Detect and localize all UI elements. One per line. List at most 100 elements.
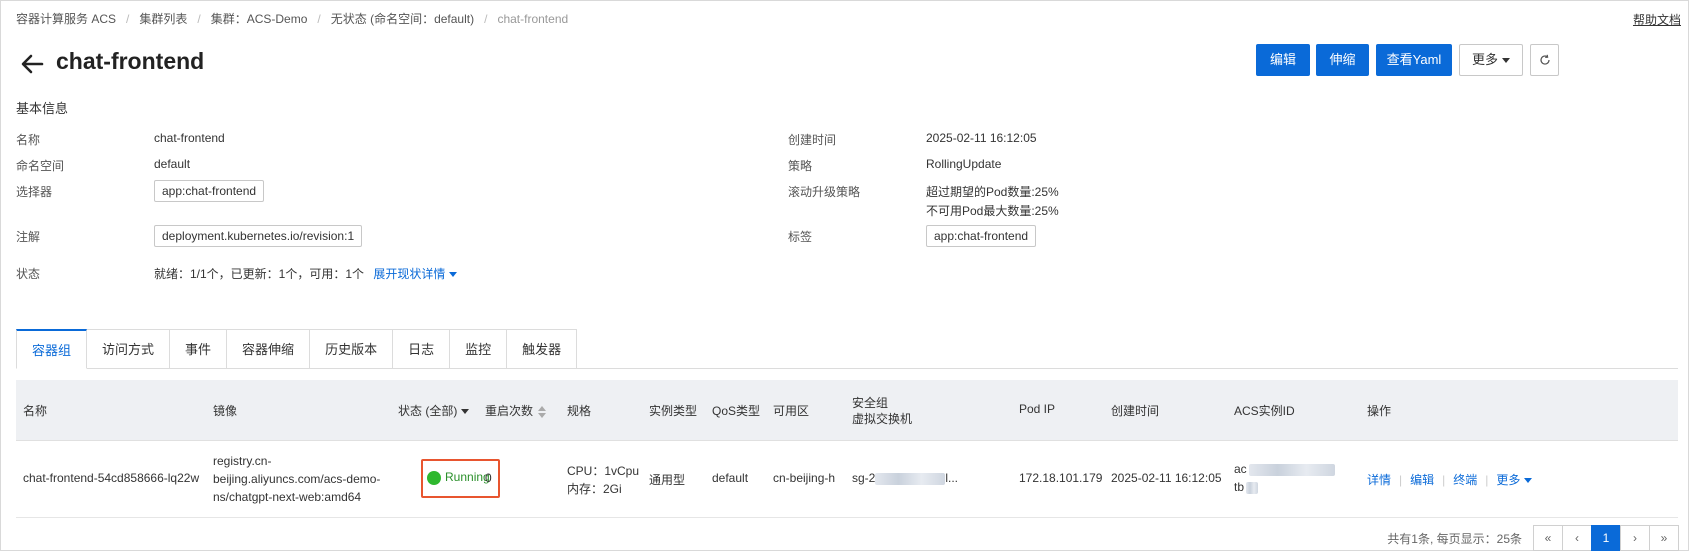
tab-autoscaling[interactable]: 容器伸缩	[227, 329, 311, 369]
col-restarts-label: 重启次数	[485, 404, 534, 418]
pod-name-link[interactable]: chat-frontend-54cd858666-lq22w	[23, 471, 199, 485]
name-label: 名称	[16, 133, 41, 147]
strategy-label: 策略	[788, 159, 813, 173]
view-yaml-button[interactable]: 查看Yaml	[1376, 44, 1452, 76]
refresh-icon	[1539, 54, 1550, 65]
tab-access[interactable]: 访问方式	[87, 329, 171, 369]
col-security-group: 安全组	[852, 396, 889, 410]
rolling-update-max-unavailable: 不可用Pod最大数量:25%	[926, 204, 1059, 218]
pod-instance-type: 通用型	[649, 473, 686, 487]
expand-status-link[interactable]: 展开现状详情	[373, 267, 458, 281]
strategy-value: RollingUpdate	[926, 157, 1002, 171]
col-qos: QoS类型	[712, 404, 761, 418]
acs-id-prefix2: tb	[1234, 480, 1245, 494]
created-time-value: 2025-02-11 16:12:05	[926, 131, 1037, 145]
status-summary: 就绪：1/1个，已更新：1个，可用：1个 展开现状详情	[154, 265, 458, 282]
pod-image-line3: ns/chatgpt-next-web:amd64	[213, 490, 362, 504]
redacted-blur	[875, 472, 946, 485]
expand-status-label: 展开现状详情	[373, 267, 446, 281]
tab-logs[interactable]: 日志	[393, 329, 451, 369]
status-summary-text: 就绪：1/1个，已更新：1个，可用：1个	[154, 267, 365, 281]
sort-icon	[538, 405, 547, 418]
annotation-label: 注解	[16, 230, 41, 244]
redacted-blur	[1248, 463, 1335, 476]
chevron-down-icon	[449, 272, 458, 278]
col-status-filter[interactable]: 状态 (全部)	[398, 402, 470, 419]
detail-action[interactable]: 详情	[1367, 473, 1391, 487]
tab-pods[interactable]: 容器组	[16, 329, 88, 369]
col-image: 镜像	[213, 404, 238, 418]
pod-spec-memory: 内存：2Gi	[567, 482, 622, 496]
back-arrow-icon[interactable]	[20, 54, 44, 74]
help-doc-link[interactable]: 帮助文档	[1633, 11, 1681, 28]
rolling-update-max-surge: 超过期望的Pod数量:25%	[926, 185, 1059, 199]
first-page-button[interactable]: «	[1533, 525, 1563, 551]
more-row-actions-label: 更多	[1496, 473, 1521, 487]
pod-ip: 172.18.101.179	[1019, 471, 1103, 485]
breadcrumb-item-deployments[interactable]: 无状态 (命名空间：default)	[331, 12, 474, 26]
redacted-blur	[1246, 481, 1259, 494]
edit-action[interactable]: 编辑	[1410, 473, 1434, 487]
labels-tag: app:chat-frontend	[926, 225, 1037, 247]
sg-suffix: l...	[945, 471, 959, 485]
col-vswitch: 虚拟交换机	[852, 412, 913, 426]
terminal-action[interactable]: 终端	[1453, 473, 1477, 487]
more-row-actions[interactable]: 更多	[1496, 473, 1533, 487]
created-time-label: 创建时间	[788, 133, 837, 147]
basic-info-title: 基本信息	[16, 101, 69, 116]
rolling-update-label: 滚动升级策略	[788, 185, 861, 199]
chevron-down-icon	[1524, 478, 1533, 484]
next-page-button[interactable]: ›	[1620, 525, 1650, 551]
col-status-label: 状态 (全部)	[398, 404, 458, 418]
pod-spec-cpu: CPU：1vCpu	[567, 464, 640, 478]
breadcrumb-separator: /	[484, 12, 488, 26]
col-name: 名称	[23, 404, 48, 418]
status-label: 状态	[16, 267, 41, 281]
namespace-value: default	[154, 157, 191, 171]
prev-page-button[interactable]: ‹	[1562, 525, 1592, 551]
selector-label: 选择器	[16, 185, 53, 199]
refresh-button[interactable]	[1530, 44, 1559, 76]
col-created: 创建时间	[1111, 404, 1160, 418]
breadcrumb-item-cluster-list[interactable]: 集群列表	[139, 12, 187, 26]
pod-image-line1: registry.cn-	[213, 454, 272, 468]
tab-history[interactable]: 历史版本	[310, 329, 394, 369]
more-actions-button[interactable]: 更多	[1459, 44, 1523, 76]
pods-table-header: 名称 镜像 状态 (全部) 重启次数 规格 实例类型 QoS类型 可用区 安全组…	[16, 380, 1678, 441]
scale-button[interactable]: 伸缩	[1316, 44, 1369, 76]
breadcrumb-separator: /	[317, 12, 321, 26]
action-separator: |	[1485, 473, 1489, 487]
pod-image-line2: beijing.aliyuncs.com/acs-demo-	[213, 472, 381, 486]
breadcrumb-separator: /	[126, 12, 130, 26]
security-group-link[interactable]: sg-2 l...	[852, 471, 958, 485]
page-title: chat-frontend	[56, 48, 205, 74]
pod-created-time: 2025-02-11 16:12:05	[1111, 471, 1222, 485]
chevron-down-icon	[1502, 58, 1510, 64]
namespace-label: 命名空间	[16, 159, 65, 173]
col-spec: 规格	[567, 404, 592, 418]
tab-events[interactable]: 事件	[170, 329, 228, 369]
breadcrumb-separator: /	[197, 12, 201, 26]
breadcrumb-item-acs[interactable]: 容器计算服务 ACS	[16, 12, 116, 26]
labels-label: 标签	[788, 230, 813, 244]
breadcrumb-item-cluster[interactable]: 集群：ACS-Demo	[211, 12, 308, 26]
edit-button[interactable]: 编辑	[1256, 44, 1310, 76]
page-1-button[interactable]: 1	[1591, 525, 1621, 551]
acs-id-prefix1: ac	[1234, 462, 1247, 476]
pod-qos: default	[712, 471, 749, 485]
last-page-button[interactable]: »	[1649, 525, 1679, 551]
pod-zone: cn-beijing-h	[773, 471, 836, 485]
tab-triggers[interactable]: 触发器	[507, 329, 578, 369]
col-restarts[interactable]: 重启次数	[485, 402, 547, 419]
col-acs-id: ACS实例ID	[1234, 404, 1295, 418]
col-ops: 操作	[1367, 404, 1392, 418]
table-row: chat-frontend-54cd858666-lq22w registry.…	[16, 441, 1678, 518]
col-zone: 可用区	[773, 404, 810, 418]
tab-monitoring[interactable]: 监控	[450, 329, 508, 369]
annotation-tag: deployment.kubernetes.io/revision:1	[154, 225, 363, 247]
status-highlight-box	[421, 459, 500, 498]
pagination-info: 共有1条, 每页显示：25条	[1387, 531, 1522, 546]
selector-tag: app:chat-frontend	[154, 180, 265, 202]
sidebar-collapse-icon[interactable]: ‹	[0, 430, 6, 460]
sg-prefix: sg-2	[852, 471, 876, 485]
